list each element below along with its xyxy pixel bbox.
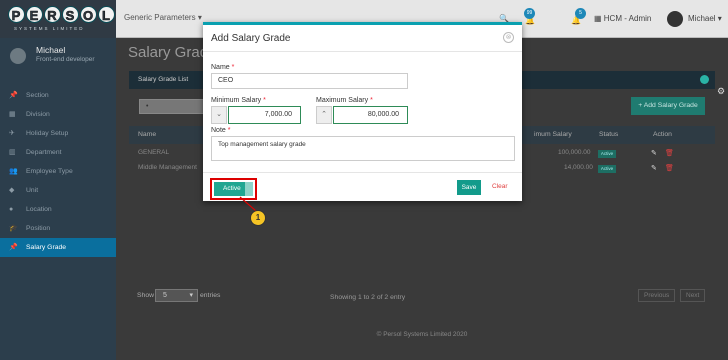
callout-arrow bbox=[239, 196, 257, 212]
step-callout: 1 bbox=[250, 210, 266, 226]
